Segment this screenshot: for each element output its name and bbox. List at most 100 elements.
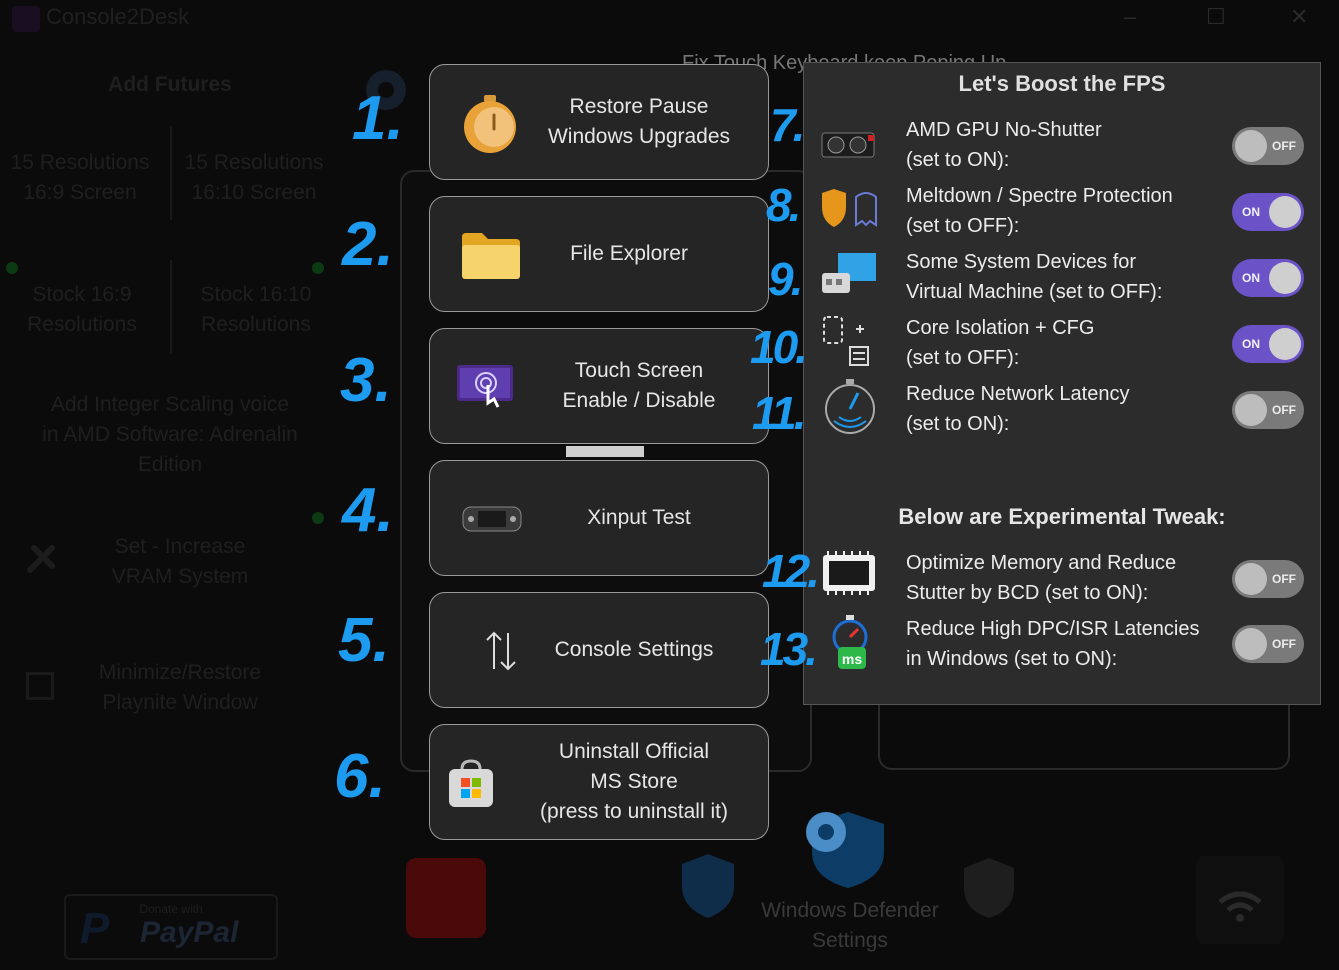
- console-settings-label: Console Settings: [554, 638, 714, 661]
- uninstall-ms-store-button[interactable]: Uninstall Official MS Store (press to un…: [429, 724, 769, 840]
- amd-no-shutter-toggle[interactable]: OFF: [1232, 127, 1304, 165]
- boost-fps-panel: Let's Boost the FPS AMD GPU No-Shutter (…: [803, 62, 1321, 705]
- integer-scaling-button[interactable]: Add Integer Scaling voice in AMD Softwar…: [20, 390, 320, 480]
- step-number-7: 7.: [770, 99, 805, 151]
- integer-scaling-line2: in AMD Software: Adrenalin: [42, 423, 298, 446]
- network-latency-toggle[interactable]: OFF: [1232, 391, 1304, 429]
- touch-screen-toggle-button[interactable]: Touch Screen Enable / Disable: [429, 328, 769, 444]
- console-settings-button[interactable]: Console Settings: [429, 592, 769, 708]
- playnite-line1: Minimize/Restore: [98, 661, 262, 684]
- res-16-9-line1: 15 Resolutions: [10, 151, 150, 174]
- close-button[interactable]: ✕: [1290, 4, 1308, 30]
- toggle-knob: [1235, 563, 1267, 595]
- touch-screen-line2: Enable / Disable: [562, 389, 716, 412]
- amd-icon[interactable]: [406, 858, 486, 938]
- core-isolation-label: Core Isolation + CFG (set to OFF):: [906, 313, 1094, 373]
- status-dot: [312, 262, 324, 274]
- res-16-10-line2: 16:10 Screen: [191, 181, 317, 204]
- toggle-state: OFF: [1272, 572, 1296, 586]
- optimize-memory-toggle[interactable]: OFF: [1232, 560, 1304, 598]
- res-16-9-button[interactable]: 15 Resolutions 16:9 Screen: [4, 148, 156, 208]
- xinput-test-button[interactable]: Xinput Test: [429, 460, 769, 576]
- uninstall-line1: Uninstall Official: [558, 740, 710, 763]
- meltdown-spectre-toggle[interactable]: ON: [1232, 193, 1304, 231]
- res-16-10-line1: 15 Resolutions: [184, 151, 324, 174]
- core-isolation-icon: [820, 315, 878, 366]
- step-number-9: 9.: [768, 253, 803, 305]
- step-number-2: 2.: [342, 210, 394, 279]
- stock-16-9-button[interactable]: Stock 16:9 Resolutions: [4, 280, 160, 340]
- tools-icon: [24, 540, 60, 576]
- row10-line1: Core Isolation + CFG: [906, 317, 1095, 339]
- uninstall-ms-store-label: Uninstall Official MS Store (press to un…: [500, 725, 768, 839]
- playnite-button[interactable]: Minimize/Restore Playnite Window: [80, 658, 280, 718]
- step-number-5: 5.: [338, 606, 390, 675]
- defender-shield-icon[interactable]: [678, 852, 738, 920]
- row8-line1: Meltdown / Spectre Protection: [906, 185, 1173, 207]
- row9-line2: Virtual Machine (set to OFF):: [906, 281, 1163, 303]
- playnite-line2: Playnite Window: [102, 691, 258, 714]
- shield-gray-icon[interactable]: [960, 856, 1018, 920]
- meltdown-spectre-label: Meltdown / Spectre Protection (set to OF…: [906, 181, 1173, 241]
- restore-pause-updates-button[interactable]: Restore Pause Windows Upgrades: [429, 64, 769, 180]
- res-16-10-button[interactable]: 15 Resolutions 16:10 Screen: [178, 148, 330, 208]
- touch-screen-icon: [456, 363, 516, 409]
- core-isolation-toggle[interactable]: ON: [1232, 325, 1304, 363]
- status-dot: [6, 262, 18, 274]
- scroll-indicator: [566, 446, 644, 457]
- amd-no-shutter-label: AMD GPU No-Shutter (set to ON):: [906, 115, 1102, 175]
- stock-16-10-button[interactable]: Stock 16:10 Resolutions: [178, 280, 334, 340]
- maximize-button[interactable]: ☐: [1206, 4, 1226, 30]
- toggle-knob: [1235, 628, 1267, 660]
- network-latency-label: Reduce Network Latency (set to ON):: [906, 379, 1129, 439]
- step-number-8: 8.: [766, 179, 801, 231]
- virtual-machine-label: Some System Devices for Virtual Machine …: [906, 247, 1162, 307]
- paypal-text: PayPal: [140, 916, 239, 949]
- toggle-state: OFF: [1272, 403, 1296, 417]
- add-futures-heading: Add Futures: [108, 73, 232, 96]
- stock-16-9-line2: Resolutions: [27, 313, 137, 336]
- defender-settings-icon[interactable]: [800, 806, 890, 890]
- network-latency-icon: [820, 377, 878, 435]
- toggle-knob: [1269, 196, 1301, 228]
- row10-line2: (set to OFF):: [906, 347, 1020, 369]
- defender-label-line2: Settings: [812, 929, 888, 952]
- integer-scaling-line3: Edition: [137, 453, 203, 476]
- virtual-machine-toggle[interactable]: ON: [1232, 259, 1304, 297]
- gpu-icon: [820, 119, 878, 167]
- boost-fps-title: Let's Boost the FPS: [958, 71, 1166, 96]
- vram-line2: VRAM System: [111, 565, 249, 588]
- touch-screen-line1: Touch Screen: [574, 359, 704, 382]
- virtual-machine-icon: [820, 251, 878, 299]
- row11-line2: (set to ON):: [906, 413, 1010, 435]
- paypal-donate-button[interactable]: Donate with P PayPal: [64, 894, 278, 960]
- dpc-isr-toggle[interactable]: OFF: [1232, 625, 1304, 663]
- row11-line1: Reduce Network Latency: [906, 383, 1130, 405]
- svg-text:ms: ms: [842, 651, 862, 667]
- app-logo-icon: [12, 6, 40, 32]
- file-explorer-button[interactable]: File Explorer: [429, 196, 769, 312]
- memory-chip-icon: [820, 549, 878, 597]
- toggle-knob: [1269, 262, 1301, 294]
- row7-line1: AMD GPU No-Shutter: [906, 119, 1102, 141]
- file-explorer-label: File Explorer: [570, 242, 688, 265]
- vram-button[interactable]: Set - Increase VRAM System: [90, 532, 270, 592]
- wifi-icon[interactable]: [1196, 856, 1284, 944]
- stock-16-9-line1: Stock 16:9: [32, 283, 132, 306]
- restore-pause-label: Restore Pause Windows Upgrades: [530, 65, 748, 179]
- handheld-icon: [462, 505, 522, 533]
- toggle-state: ON: [1242, 271, 1260, 285]
- step-number-3: 3.: [340, 346, 392, 415]
- stock-16-10-line2: Resolutions: [201, 313, 311, 336]
- step-number-4: 4.: [342, 476, 394, 545]
- arrows-updown-icon: [484, 629, 518, 673]
- uninstall-line3: (press to uninstall it): [540, 800, 728, 823]
- shield-ghost-icon: [820, 185, 878, 233]
- minimize-button[interactable]: –: [1124, 4, 1136, 30]
- paypal-logo-icon: P: [80, 904, 110, 953]
- integer-scaling-line1: Add Integer Scaling voice: [50, 393, 290, 416]
- ms-store-icon: [446, 759, 496, 809]
- stopwatch-icon: [458, 91, 522, 155]
- row8-line2: (set to OFF):: [906, 215, 1020, 237]
- step-number-6: 6.: [334, 742, 386, 811]
